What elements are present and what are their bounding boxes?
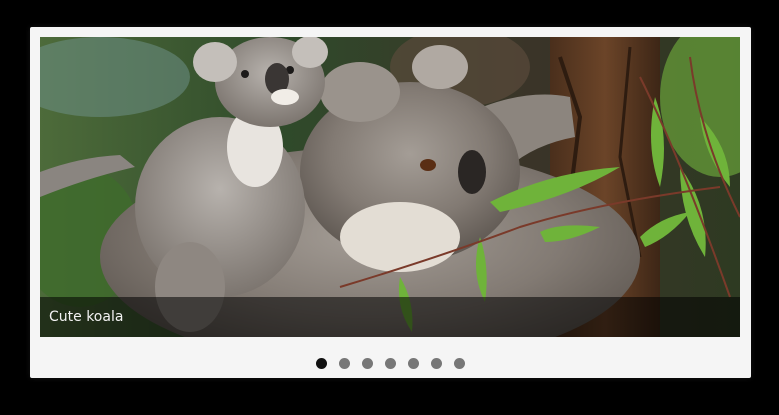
slide-pager: [30, 358, 751, 370]
pager-dot-6[interactable]: [431, 358, 442, 369]
koala-photo: [40, 37, 740, 337]
caption-bar: Cute koala: [40, 297, 740, 337]
pager-dot-1[interactable]: [316, 358, 327, 369]
pager-dot-2[interactable]: [339, 358, 350, 369]
page: Cute koala: [0, 0, 779, 415]
pager-dot-5[interactable]: [408, 358, 419, 369]
pager-dot-3[interactable]: [362, 358, 373, 369]
pager-dot-4[interactable]: [385, 358, 396, 369]
slide-caption: Cute koala: [49, 309, 124, 325]
pager-dot-7[interactable]: [454, 358, 465, 369]
slide-viewport[interactable]: Cute koala: [40, 37, 740, 337]
image-slider: Cute koala: [30, 27, 751, 378]
